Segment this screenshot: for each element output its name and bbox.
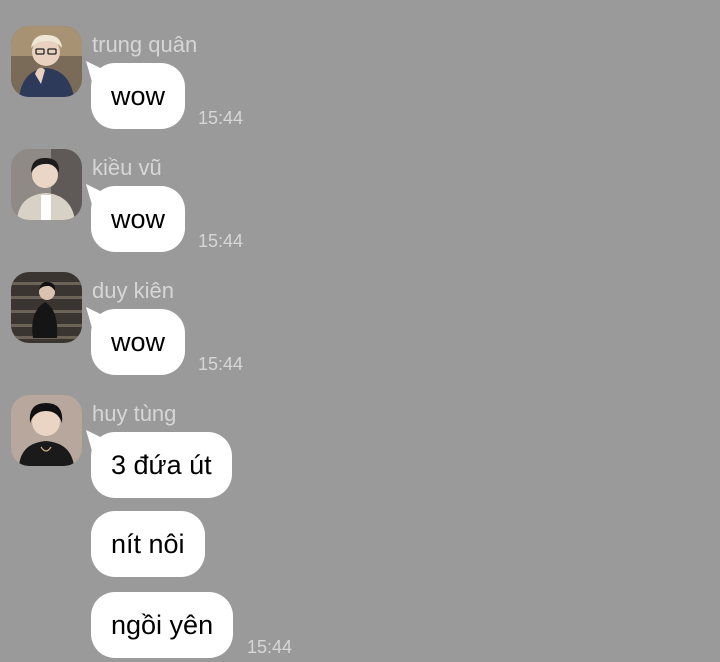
message-bubble[interactable]: nít nôi [91, 511, 205, 577]
chat-thread: trung quân wow 15:44 kiều vũ wow 15:44 d… [0, 0, 720, 662]
sender-name: kiều vũ [92, 155, 162, 180]
sender-name: trung quân [92, 32, 198, 57]
user-avatar-icon [11, 272, 82, 343]
message-bubble[interactable]: wow [91, 63, 186, 129]
avatar[interactable] [11, 272, 82, 343]
message-group: huy tùng 3 đứa út nít nôi ngồi yên 15:44 [0, 395, 720, 662]
message-time: 15:44 [247, 637, 293, 657]
message-time: 15:44 [198, 231, 244, 251]
user-avatar-icon [11, 395, 82, 466]
message-bubble[interactable]: wow [91, 309, 186, 375]
user-avatar-icon [11, 149, 82, 220]
user-avatar-icon [11, 26, 82, 97]
message-time: 15:44 [198, 354, 244, 374]
sender-name: huy tùng [92, 401, 177, 426]
message-bubble[interactable]: ngồi yên [91, 592, 234, 658]
message-group: kiều vũ wow 15:44 [0, 149, 720, 259]
sender-name: duy kiên [92, 278, 174, 303]
message-time: 15:44 [198, 108, 244, 128]
message-group: trung quân wow 15:44 [0, 26, 720, 136]
message-group: duy kiên wow 15:44 [0, 272, 720, 382]
avatar[interactable] [11, 149, 82, 220]
message-bubble[interactable]: wow [91, 186, 186, 252]
avatar[interactable] [11, 395, 82, 466]
avatar[interactable] [11, 26, 82, 97]
message-bubble[interactable]: 3 đứa út [91, 432, 232, 498]
